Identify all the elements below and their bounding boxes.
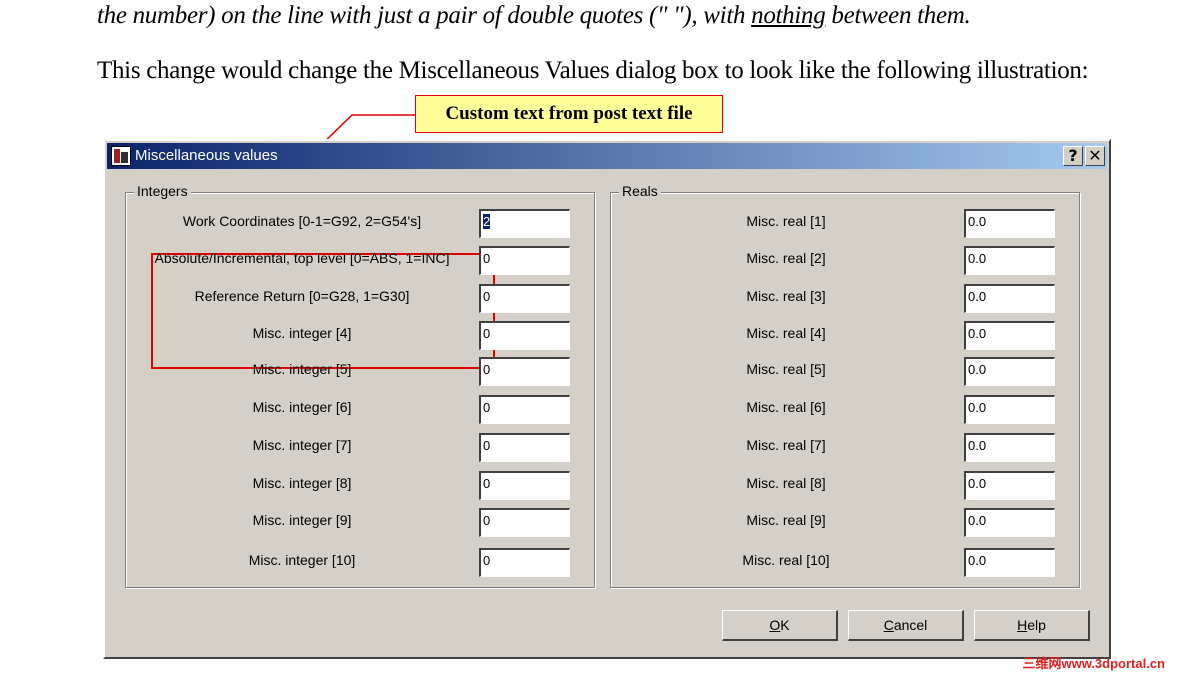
cancel-button[interactable]: Cancel (848, 610, 964, 641)
integer-label-4: Misc. integer [4] (252, 325, 352, 341)
integer-label-8: Misc. integer [8] (252, 475, 352, 491)
integer-label-5: Misc. integer [5] (252, 361, 352, 377)
integer-label-9: Misc. integer [9] (252, 512, 352, 528)
real-input-6[interactable]: 0.0 (964, 395, 1055, 424)
real-label-4: Misc. real [4] (746, 325, 826, 341)
integer-label-7: Misc. integer [7] (252, 437, 352, 453)
integer-input-4[interactable]: 0 (479, 321, 570, 350)
integer-input-8[interactable]: 0 (479, 471, 570, 500)
dialog-titlebar[interactable]: Miscellaneous values ? ✕ (107, 143, 1107, 169)
integer-input-10[interactable]: 0 (479, 548, 570, 577)
real-label-6: Misc. real [6] (746, 399, 826, 415)
dialog-title: Miscellaneous values (135, 147, 278, 164)
integer-label-2: Absolute/Incremental, top level [0=ABS, … (154, 250, 450, 266)
misc-values-dialog: Miscellaneous values ? ✕ Integers Reals … (103, 139, 1111, 659)
integer-input-7[interactable]: 0 (479, 433, 570, 462)
real-input-3[interactable]: 0.0 (964, 284, 1055, 313)
integers-group-label: Integers (134, 183, 191, 199)
real-input-1[interactable]: 0.0 (964, 209, 1055, 238)
real-label-2: Misc. real [2] (746, 250, 826, 266)
reals-group-label: Reals (619, 183, 661, 199)
real-label-1: Misc. real [1] (746, 213, 826, 229)
real-input-5[interactable]: 0.0 (964, 357, 1055, 386)
doc-line1-underlined: nothing (751, 2, 826, 29)
real-label-7: Misc. real [7] (746, 437, 826, 453)
real-input-7[interactable]: 0.0 (964, 433, 1055, 462)
integer-label-1: Work Coordinates [0-1=G92, 2=G54's] (182, 213, 422, 229)
real-label-5: Misc. real [5] (746, 361, 826, 377)
doc-line1-pre: the number) on the line with just a pair… (97, 2, 752, 29)
real-input-10[interactable]: 0.0 (964, 548, 1055, 577)
integer-input-1[interactable]: 2 (479, 209, 570, 238)
document-line-1: the number) on the line with just a pair… (97, 2, 971, 30)
integer-input-6[interactable]: 0 (479, 395, 570, 424)
integer-label-3: Reference Return [0=G28, 1=G30] (194, 288, 410, 304)
doc-line1-post: between them. (825, 2, 971, 29)
integer-label-6: Misc. integer [6] (252, 399, 352, 415)
integer-input-5[interactable]: 0 (479, 357, 570, 386)
real-label-8: Misc. real [8] (746, 475, 826, 491)
integer-label-10: Misc. integer [10] (248, 552, 356, 568)
real-input-8[interactable]: 0.0 (964, 471, 1055, 500)
real-input-2[interactable]: 0.0 (964, 246, 1055, 275)
document-line-2: This change would change the Miscellaneo… (97, 57, 1089, 84)
real-input-4[interactable]: 0.0 (964, 321, 1055, 350)
watermark: 三维网www.3dportal.cn (1022, 656, 1165, 671)
real-label-10: Misc. real [10] (742, 552, 830, 568)
real-label-3: Misc. real [3] (746, 288, 826, 304)
app-icon (111, 146, 131, 166)
real-input-9[interactable]: 0.0 (964, 508, 1055, 537)
integer-input-2[interactable]: 0 (479, 246, 570, 275)
real-label-9: Misc. real [9] (746, 512, 826, 528)
help-question-button[interactable]: ? (1063, 146, 1083, 166)
close-button[interactable]: ✕ (1085, 146, 1105, 166)
ok-button[interactable]: OK (722, 610, 838, 641)
integer-input-9[interactable]: 0 (479, 508, 570, 537)
help-button[interactable]: Help (974, 610, 1090, 641)
callout-box: Custom text from post text file (415, 95, 723, 133)
integer-input-3[interactable]: 0 (479, 284, 570, 313)
custom-text-highlight (151, 253, 495, 369)
